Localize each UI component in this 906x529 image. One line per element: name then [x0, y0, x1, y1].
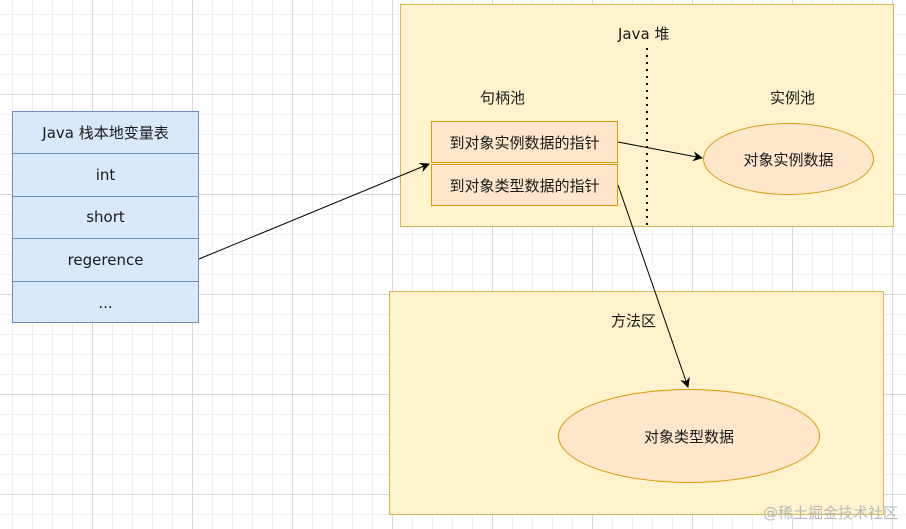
watermark: @稀土掘金技术社区 — [762, 504, 898, 522]
type-data-node: 对象类型数据 — [558, 389, 820, 483]
instance-data-pointer: 到对象实例数据的指针 — [431, 121, 618, 163]
stack-row-ellipsis: ... — [98, 293, 113, 312]
stack-row-reference: regerence — [13, 239, 198, 282]
type-data-pointer-label: 到对象类型数据的指针 — [449, 176, 600, 195]
instance-data-node: 对象实例数据 — [703, 123, 874, 195]
instance-data-label: 对象实例数据 — [743, 150, 834, 169]
java-stack-table: Java 栈本地变量表 int short regerence ... — [12, 111, 199, 323]
type-pointer-arrow — [617, 184, 690, 388]
instance-data-pointer-label: 到对象实例数据的指针 — [449, 133, 600, 152]
stack-row-short: short — [13, 197, 198, 240]
stack-table-title: Java 栈本地变量表 — [13, 112, 198, 155]
reference-to-handle-arrow — [198, 162, 430, 260]
type-data-pointer: 到对象类型数据的指针 — [431, 164, 618, 206]
type-data-label: 对象类型数据 — [643, 427, 734, 446]
instance-pointer-arrow — [617, 141, 703, 162]
stack-row-int: int — [13, 154, 198, 197]
